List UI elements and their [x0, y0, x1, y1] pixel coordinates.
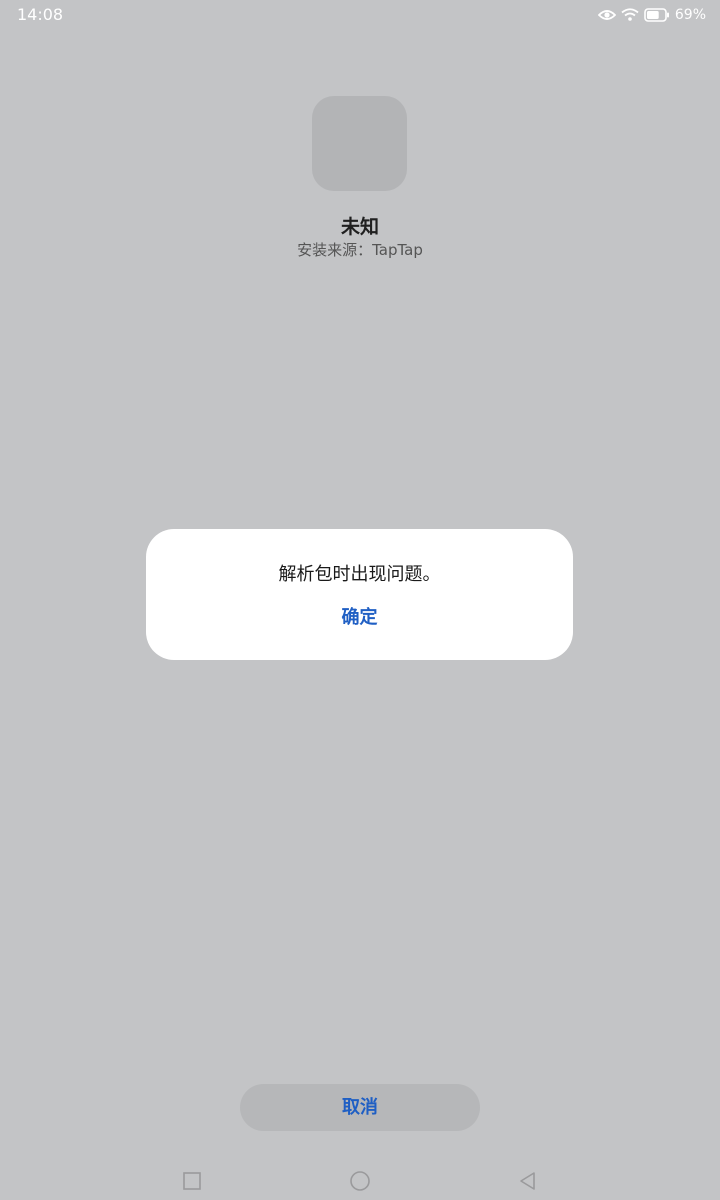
wifi-icon [621, 8, 639, 22]
install-source: 安装来源：TapTap [297, 241, 423, 259]
back-icon[interactable] [517, 1170, 539, 1192]
status-icons: 69% [597, 5, 706, 25]
status-time: 14:08 [17, 5, 64, 24]
navigation-bar [0, 1160, 720, 1200]
battery-percent: 69% [674, 7, 706, 23]
home-icon[interactable] [349, 1170, 371, 1192]
recents-icon[interactable] [181, 1170, 203, 1192]
dialog-message: 解析包时出现问题。 [278, 564, 441, 585]
status-bar: 14:08 69% [0, 0, 720, 30]
cancel-button[interactable]: 取消 [240, 1084, 480, 1131]
battery-icon [644, 8, 670, 22]
app-name: 未知 [340, 216, 379, 238]
error-dialog: 解析包时出现问题。 确定 [146, 529, 573, 660]
confirm-button[interactable]: 确定 [309, 601, 410, 635]
eye-icon [597, 9, 616, 21]
app-icon-placeholder [312, 96, 407, 191]
